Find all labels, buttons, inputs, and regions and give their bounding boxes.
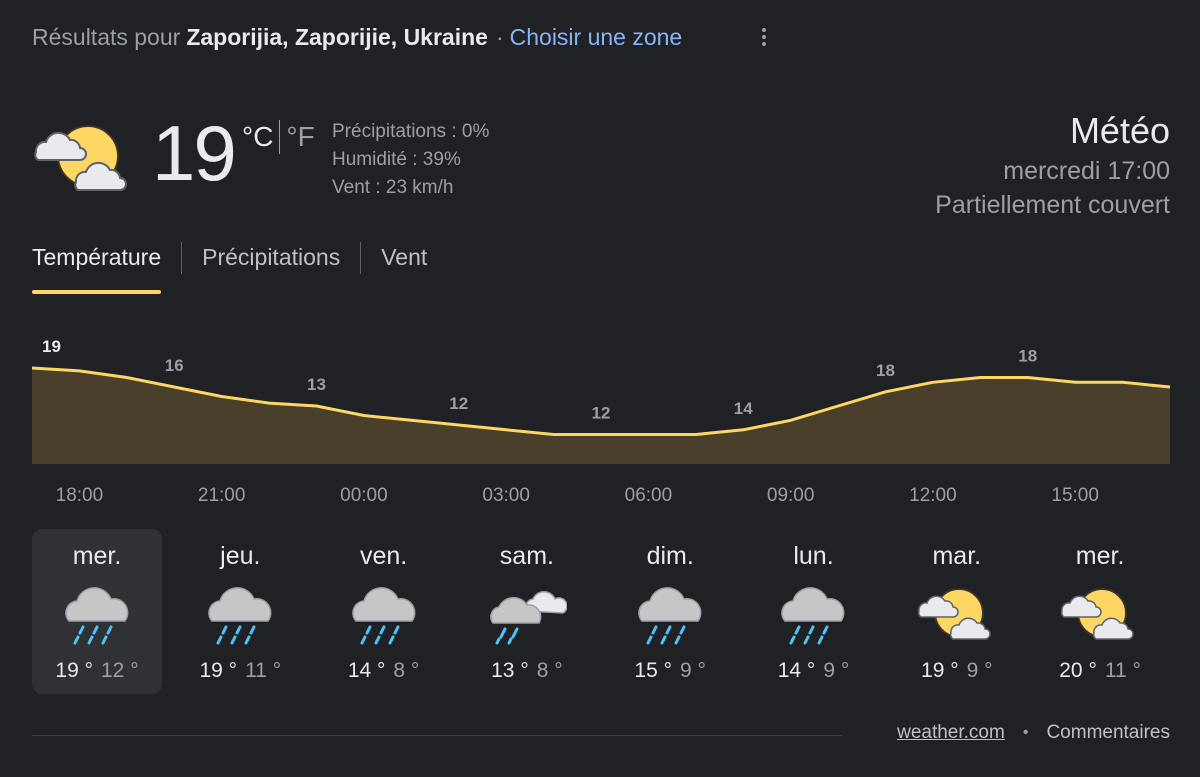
separator: · <box>495 23 504 50</box>
partly-cloudy-icon <box>32 118 136 198</box>
day-temps: 19 ° 12 ° <box>55 659 138 683</box>
day-name: ven. <box>359 542 408 570</box>
time-tick-label: 06:00 <box>624 485 673 506</box>
day-name: mar. <box>932 542 982 570</box>
day-forecast[interactable]: dim. 15 ° 9 ° <box>605 529 735 694</box>
footer-bullet: • <box>1022 724 1029 741</box>
rain-icon <box>344 583 424 645</box>
day-high: 13 ° <box>491 659 529 682</box>
partly-cloudy-icon <box>1060 583 1140 645</box>
day-name: lun. <box>793 542 834 570</box>
day-name: sam. <box>499 542 554 570</box>
day-low: 9 ° <box>966 659 993 682</box>
day-forecast[interactable]: sam. 13 ° 8 ° <box>462 529 592 694</box>
temperature-data-label: 18 <box>1018 347 1037 366</box>
weather-datetime: mercredi 17:00 <box>1003 157 1170 185</box>
rain-cloudy-icon <box>487 583 568 645</box>
tab-wind[interactable]: Vent <box>381 240 427 290</box>
time-tick-label: 18:00 <box>55 485 104 506</box>
unit-switcher: °C °F <box>242 120 315 154</box>
location-name: Zaporijia, Zaporijie, Ukraine <box>186 23 488 50</box>
unit-divider <box>279 120 281 154</box>
weather-condition: Partiellement couvert <box>935 191 1170 219</box>
day-low: 8 ° <box>393 659 420 682</box>
day-low: 8 ° <box>536 659 563 682</box>
temperature-data-label: 18 <box>876 361 895 380</box>
wind-detail: Vent : 23 km/h <box>332 177 454 198</box>
day-forecast[interactable]: mer. 19 ° 12 ° <box>32 529 162 694</box>
day-forecast[interactable]: lun. 14 ° 9 ° <box>748 529 878 694</box>
humidity-detail: Humidité : 39% <box>332 149 461 170</box>
source-link[interactable]: weather.com <box>897 722 1005 744</box>
day-low: 11 ° <box>1104 659 1141 682</box>
temperature-data-label: 12 <box>449 394 468 413</box>
day-high: 19 ° <box>199 659 238 682</box>
day-forecast[interactable]: mer. 20 ° 11 ° <box>1035 529 1165 694</box>
tab-temperature[interactable]: Température <box>32 240 162 294</box>
choose-zone-link[interactable]: Choisir une zone <box>510 24 683 51</box>
day-forecast[interactable]: mar. 19 ° 9 ° <box>892 529 1022 694</box>
day-forecast[interactable]: jeu. 19 ° 11 ° <box>175 529 305 694</box>
footer: weather.com • Commentaires <box>897 722 1170 744</box>
rain-icon <box>200 583 280 645</box>
feedback-link[interactable]: Commentaires <box>1046 722 1170 744</box>
temperature-data-label: 16 <box>165 356 184 375</box>
rain-icon <box>773 583 853 645</box>
time-axis: 18:00 21:00 00:00 03:00 06:00 09:00 12:00 15:00 <box>32 485 1172 511</box>
tab-divider <box>360 242 362 274</box>
temperature-chart[interactable]: 19 16 13 12 12 14 18 18 <box>0 330 1200 470</box>
day-high: 14 ° <box>347 659 386 682</box>
day-low: 11 ° <box>245 659 282 682</box>
unit-celsius[interactable]: °C <box>242 121 273 153</box>
unit-fahrenheit[interactable]: °F <box>286 121 314 153</box>
day-temps: 20 ° 11 ° <box>1059 659 1141 683</box>
temperature-data-label: 14 <box>734 399 753 418</box>
time-tick-label: 09:00 <box>766 485 815 506</box>
day-temps: 13 ° 8 ° <box>491 659 563 683</box>
day-high: 19 ° <box>921 659 959 682</box>
weather-summary: Météo mercredi 17:00 Partiellement couve… <box>935 108 1170 222</box>
day-low: 12 ° <box>101 659 139 682</box>
temperature-data-label: 19 <box>42 337 61 356</box>
results-prefix: Résultats pour <box>32 23 181 50</box>
day-low: 9 ° <box>823 659 850 682</box>
time-tick-label: 15:00 <box>1051 485 1099 506</box>
more-vert-icon[interactable] <box>752 22 776 52</box>
partly-cloudy-icon <box>917 583 997 645</box>
day-name: dim. <box>646 542 694 570</box>
temperature-data-label: 13 <box>307 375 326 394</box>
current-temperature: 19 <box>152 109 237 197</box>
precipitation-detail: Précipitations : 0% <box>332 121 490 142</box>
weather-details: Précipitations : 0% Humidité : 39% Vent … <box>332 118 489 202</box>
time-tick-label: 00:00 <box>340 485 388 506</box>
location-line: Résultats pour Zaporijia, Zaporijie, Ukr… <box>32 22 682 52</box>
weather-title: Météo <box>1069 110 1170 151</box>
day-temps: 19 ° 9 ° <box>921 659 993 683</box>
time-tick-label: 03:00 <box>482 485 530 506</box>
day-temps: 14 ° 9 ° <box>778 659 850 683</box>
day-temps: 15 ° 9 ° <box>634 659 706 683</box>
day-high: 15 ° <box>634 659 673 682</box>
day-high: 14 ° <box>777 659 816 682</box>
rain-icon <box>630 583 710 645</box>
day-name: mer. <box>1075 542 1125 570</box>
time-tick-label: 21:00 <box>197 485 246 506</box>
daily-forecast: mer. 19 ° 12 ° jeu. 19 ° 11 ° ven. 14 ° 8 ° sam. 1… <box>32 529 1178 694</box>
rain-icon <box>57 583 137 645</box>
day-high: 19 ° <box>55 659 93 682</box>
time-tick-label: 12:00 <box>909 485 957 506</box>
day-high: 20 ° <box>1059 659 1097 682</box>
footer-divider <box>32 735 842 736</box>
tab-divider <box>181 242 183 274</box>
day-name: jeu. <box>220 542 261 570</box>
day-forecast[interactable]: ven. 14 ° 8 ° <box>319 529 449 694</box>
day-name: mer. <box>72 542 122 570</box>
tab-precipitation[interactable]: Précipitations <box>202 240 340 290</box>
day-temps: 14 ° 8 ° <box>348 659 420 683</box>
temperature-data-label: 12 <box>592 404 611 423</box>
day-low: 9 ° <box>680 659 706 682</box>
chart-tabs: Température Précipitations Vent <box>32 240 427 294</box>
day-temps: 19 ° 11 ° <box>199 659 281 683</box>
